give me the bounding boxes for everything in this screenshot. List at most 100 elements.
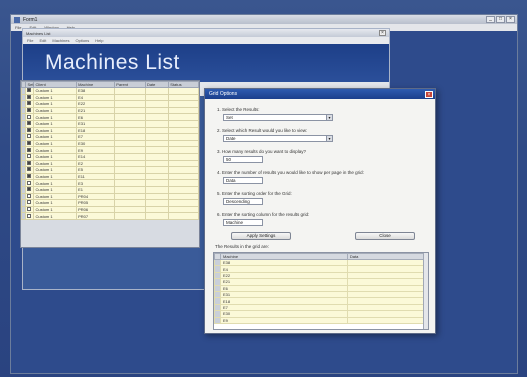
empty-cell[interactable] bbox=[168, 159, 199, 168]
empty-cell[interactable] bbox=[144, 166, 170, 174]
column-header[interactable]: Set bbox=[25, 81, 35, 88]
empty-cell[interactable] bbox=[114, 192, 146, 201]
empty-cell[interactable] bbox=[144, 93, 170, 102]
empty-cell[interactable] bbox=[144, 87, 170, 95]
menu-item[interactable]: Edit bbox=[39, 38, 46, 43]
machine-cell[interactable]: PR05 bbox=[76, 199, 116, 207]
machine-cell[interactable]: E4 bbox=[76, 93, 116, 102]
row-checkbox[interactable] bbox=[27, 154, 32, 159]
empty-cell[interactable] bbox=[114, 87, 146, 95]
table-row[interactable]: Custom 1 E7 bbox=[21, 133, 199, 141]
sort-order-input[interactable]: Descending bbox=[223, 198, 263, 205]
empty-cell[interactable] bbox=[168, 212, 199, 220]
row-checkbox[interactable] bbox=[27, 187, 32, 192]
results-grid[interactable]: Machine Data E38 E4 E22 E21 E6 E31 E18 E7 E30 E9 bbox=[213, 252, 429, 330]
client-cell[interactable]: Custom 1 bbox=[33, 166, 78, 174]
empty-cell[interactable] bbox=[144, 152, 170, 161]
empty-cell[interactable] bbox=[144, 172, 170, 181]
empty-cell[interactable] bbox=[168, 192, 199, 201]
empty-cell[interactable] bbox=[168, 133, 199, 141]
row-checkbox[interactable] bbox=[27, 147, 32, 152]
machine-cell[interactable]: E21 bbox=[76, 106, 116, 115]
row-checkbox[interactable] bbox=[27, 174, 32, 179]
client-cell[interactable]: Custom 1 bbox=[33, 172, 78, 181]
client-cell[interactable]: Custom 1 bbox=[33, 205, 78, 214]
empty-cell[interactable] bbox=[114, 100, 146, 108]
machine-cell[interactable]: E2 bbox=[76, 159, 116, 168]
empty-cell[interactable] bbox=[114, 146, 146, 154]
empty-cell[interactable] bbox=[168, 146, 199, 154]
table-row[interactable]: Custom 1 E18 bbox=[21, 126, 199, 135]
table-row[interactable]: Custom 1 PR04 bbox=[21, 192, 199, 201]
row-checkbox[interactable] bbox=[27, 160, 32, 165]
client-cell[interactable]: Custom 1 bbox=[33, 185, 78, 194]
client-cell[interactable]: Custom 1 bbox=[33, 152, 78, 161]
client-cell[interactable]: Custom 1 bbox=[33, 93, 78, 102]
empty-cell[interactable] bbox=[114, 199, 146, 207]
row-checkbox[interactable] bbox=[27, 101, 32, 106]
row-checkbox[interactable] bbox=[27, 193, 32, 198]
apply-settings-button[interactable]: Apply Settings bbox=[231, 232, 291, 240]
chevron-down-icon[interactable]: ▾ bbox=[326, 115, 332, 120]
menu-item[interactable]: File bbox=[27, 38, 33, 43]
table-row[interactable]: Custom 1 E21 bbox=[21, 106, 199, 115]
empty-cell[interactable] bbox=[144, 205, 170, 214]
table-row[interactable]: Custom 1 E5 bbox=[21, 166, 199, 174]
row-checkbox[interactable] bbox=[27, 206, 32, 211]
empty-cell[interactable] bbox=[114, 126, 146, 135]
data-cell[interactable] bbox=[346, 316, 428, 324]
client-cell[interactable]: Custom 1 bbox=[33, 179, 78, 187]
machine-cell[interactable]: E31 bbox=[76, 119, 116, 128]
empty-cell[interactable] bbox=[114, 212, 146, 220]
empty-cell[interactable] bbox=[168, 119, 199, 128]
menu-item[interactable]: Options bbox=[75, 38, 89, 43]
empty-cell[interactable] bbox=[168, 166, 199, 174]
machine-cell[interactable]: E9 bbox=[220, 316, 348, 324]
close-icon[interactable]: × bbox=[379, 30, 386, 36]
machine-cell[interactable]: E22 bbox=[76, 100, 116, 108]
empty-cell[interactable] bbox=[168, 185, 199, 194]
results-select[interactable]: Set ▾ bbox=[223, 114, 333, 121]
empty-cell[interactable] bbox=[168, 205, 199, 214]
empty-cell[interactable] bbox=[144, 119, 170, 128]
client-cell[interactable]: Custom 1 bbox=[33, 192, 78, 201]
sort-column-input[interactable]: Machine bbox=[223, 219, 263, 226]
client-cell[interactable]: Custom 1 bbox=[33, 212, 78, 220]
machine-cell[interactable]: PR06 bbox=[76, 205, 116, 214]
client-cell[interactable]: Custom 1 bbox=[33, 87, 78, 95]
menu-item[interactable]: Help bbox=[95, 38, 103, 43]
per-page-input[interactable]: Data bbox=[223, 177, 263, 184]
empty-cell[interactable] bbox=[144, 126, 170, 135]
machine-cell[interactable]: E14 bbox=[76, 152, 116, 161]
empty-cell[interactable] bbox=[168, 172, 199, 181]
machine-cell[interactable]: E38 bbox=[76, 87, 116, 95]
client-cell[interactable]: Custom 1 bbox=[33, 146, 78, 154]
empty-cell[interactable] bbox=[168, 179, 199, 187]
row-checkbox[interactable] bbox=[27, 114, 32, 119]
maximize-icon[interactable]: □ bbox=[496, 16, 505, 23]
close-icon[interactable]: × bbox=[425, 90, 433, 98]
empty-cell[interactable] bbox=[168, 106, 199, 115]
table-row[interactable]: Custom 1 PR05 bbox=[21, 199, 199, 207]
minimize-icon[interactable]: _ bbox=[486, 16, 495, 23]
machine-cell[interactable]: E6 bbox=[76, 113, 116, 121]
menu-file[interactable]: File bbox=[15, 25, 21, 30]
empty-cell[interactable] bbox=[168, 113, 199, 121]
empty-cell[interactable] bbox=[144, 139, 170, 148]
row-checkbox[interactable] bbox=[27, 141, 32, 146]
empty-cell[interactable] bbox=[114, 172, 146, 181]
machine-cell[interactable]: E5 bbox=[76, 166, 116, 174]
client-cell[interactable]: Custom 1 bbox=[33, 106, 78, 115]
table-row[interactable]: Custom 1 E9 bbox=[21, 146, 199, 154]
empty-cell[interactable] bbox=[168, 100, 199, 108]
machine-cell[interactable]: E1 bbox=[76, 185, 116, 194]
table-row[interactable]: E9 bbox=[214, 316, 428, 324]
client-cell[interactable]: Custom 1 bbox=[33, 159, 78, 168]
empty-cell[interactable] bbox=[144, 100, 170, 108]
table-row[interactable]: Custom 1 E3 bbox=[21, 179, 199, 187]
machine-cell[interactable]: E30 bbox=[76, 139, 116, 148]
empty-cell[interactable] bbox=[114, 205, 146, 214]
empty-cell[interactable] bbox=[168, 126, 199, 135]
table-row[interactable]: Custom 1 E1 bbox=[21, 185, 199, 194]
row-checkbox[interactable] bbox=[27, 108, 32, 113]
